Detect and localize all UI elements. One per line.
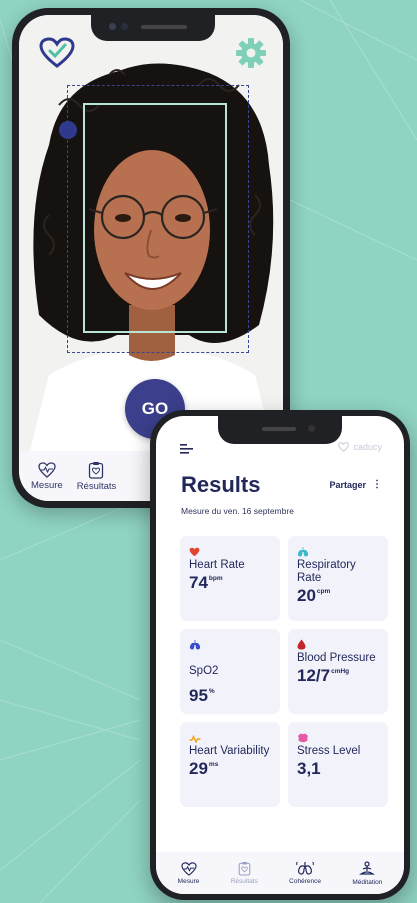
lungs-icon [297, 547, 309, 557]
blood-drop-icon [297, 639, 306, 650]
nav-item-meditation[interactable]: Méditation [352, 852, 382, 894]
measurement-date: Mesure du ven. 16 septembre [181, 506, 294, 516]
nav-item-resultats[interactable]: Résultats [76, 451, 117, 501]
nav-label: Résultats [230, 878, 258, 885]
metric-unit: cmHg [331, 668, 350, 675]
sensor-dot [121, 23, 128, 30]
heart-logo-icon [338, 442, 350, 452]
nav-item-mesure[interactable]: Mesure [31, 451, 63, 501]
metric-unit: bpm [208, 575, 223, 582]
more-options-button[interactable]: ⋮ [372, 479, 382, 490]
metric-label: SpO2 [189, 665, 219, 677]
speaker-grille [141, 25, 187, 29]
metric-value: 20cpm [297, 586, 331, 605]
metric-label: Heart Rate [189, 559, 245, 571]
meditation-icon [359, 860, 376, 875]
clipboard-heart-icon [89, 461, 104, 479]
brand-logo: caducy [338, 442, 382, 452]
metric-label: Blood Pressure [297, 652, 376, 664]
card-heart-variability[interactable]: Heart Variability 29ms [180, 722, 280, 807]
brain-icon [298, 733, 308, 743]
page-title: Results [181, 472, 261, 497]
lungs-outline-icon [296, 861, 314, 875]
speaker-grille [262, 427, 296, 431]
brand-name: caducy [353, 442, 382, 452]
nav-label: Résultats [76, 480, 117, 492]
results-grid: Heart Rate 74bpm Respiratory Rate 20cpm [180, 536, 388, 807]
clipboard-heart-icon [238, 862, 251, 876]
metric-value: 12/7cmHg [297, 666, 350, 685]
results-bottom-nav: Mesure Résultats Cohérence Méditation [156, 852, 404, 894]
nav-item-resultats[interactable]: Résultats [231, 852, 258, 894]
metric-unit: cpm [316, 588, 331, 595]
menu-icon[interactable] [180, 444, 194, 454]
card-blood-pressure[interactable]: Blood Pressure 12/7cmHg [288, 629, 388, 714]
metric-label: Stress Level [297, 745, 361, 757]
nav-label: Méditation [352, 878, 383, 886]
settings-gear-icon[interactable] [235, 37, 267, 69]
face-tracking-frame [83, 103, 227, 333]
nav-item-mesure[interactable]: Mesure [177, 852, 200, 894]
metric-unit: % [208, 688, 215, 695]
metric-value: 74bpm [189, 573, 223, 592]
card-spo2[interactable]: SpO2 95% [180, 629, 280, 714]
tracking-point [59, 121, 77, 139]
metric-label: Respiratory Rate [297, 559, 356, 584]
nav-label: Mesure [31, 479, 63, 491]
camera-lens [308, 425, 315, 432]
heart-check-logo-icon [39, 37, 75, 68]
metric-label: Heart Variability [189, 745, 270, 757]
nav-label: Mesure [177, 877, 200, 885]
wave-icon [189, 734, 201, 744]
metric-value: 95% [189, 686, 215, 705]
metric-value: 29ms [189, 759, 219, 778]
card-respiratory-rate[interactable]: Respiratory Rate 20cpm [288, 536, 388, 621]
heart-pulse-icon [180, 861, 197, 876]
results-screen: caducy Results Partager ⋮ Mesure du ven.… [156, 416, 404, 894]
heart-pulse-icon [38, 461, 56, 478]
share-button[interactable]: Partager [329, 480, 366, 490]
oxygen-icon [189, 640, 201, 650]
phone-notch [91, 15, 215, 41]
nav-item-coherence[interactable]: Cohérence [289, 852, 321, 894]
metric-unit: ms [208, 761, 219, 768]
camera-lens [109, 23, 116, 30]
nav-label: Cohérence [289, 878, 321, 885]
results-phone: caducy Results Partager ⋮ Mesure du ven.… [150, 410, 410, 900]
card-stress-level[interactable]: Stress Level 3,1 [288, 722, 388, 807]
phone-notch [218, 416, 342, 444]
heart-icon [189, 547, 200, 557]
card-heart-rate[interactable]: Heart Rate 74bpm [180, 536, 280, 621]
metric-value: 3,1 [297, 759, 321, 778]
